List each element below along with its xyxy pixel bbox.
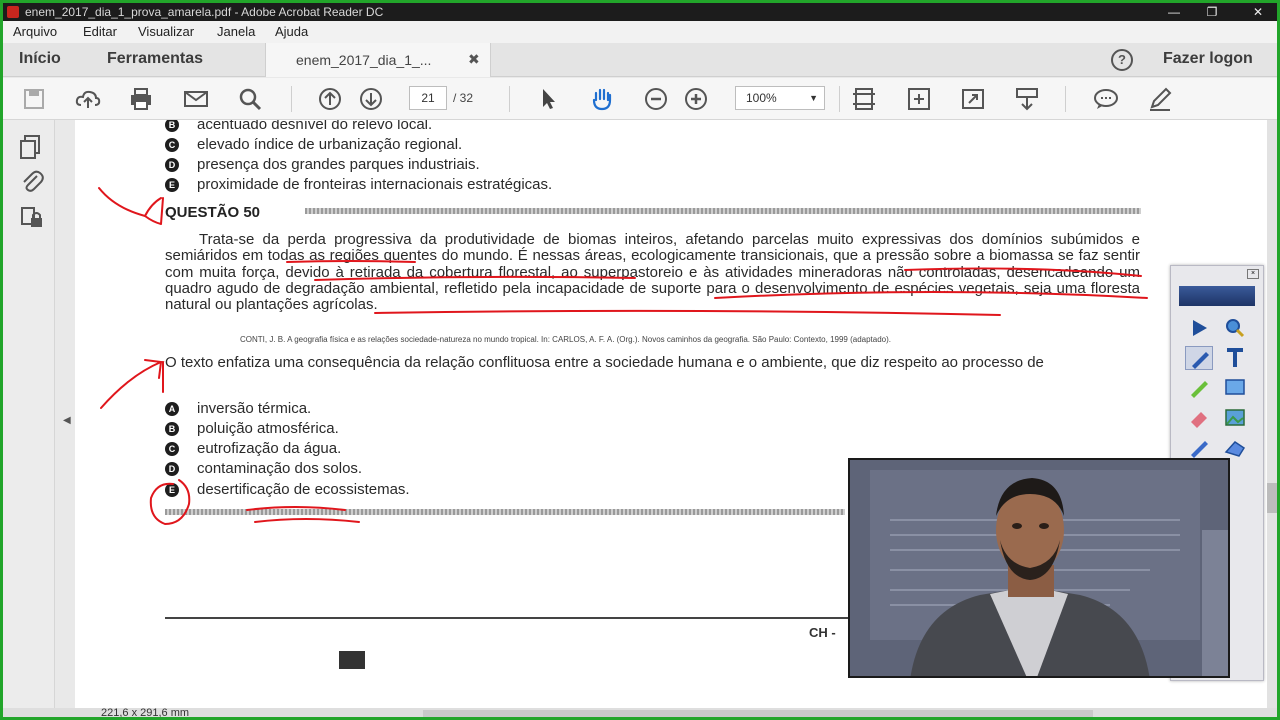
zoom-out-icon[interactable] <box>643 86 669 112</box>
zoom-tool-icon[interactable] <box>1221 316 1249 340</box>
page-down-icon[interactable] <box>358 86 384 112</box>
zoom-select[interactable]: 100% ▼ <box>735 86 825 110</box>
vertical-scrollbar[interactable] <box>1267 120 1277 708</box>
window-title: enem_2017_dia_1_prova_amarela.pdf - Adob… <box>25 5 384 19</box>
save-icon[interactable] <box>21 86 47 112</box>
menu-visualizar[interactable]: Visualizar <box>138 24 194 39</box>
arrow-annotation-top <box>98 187 162 218</box>
menu-arquivo[interactable]: Arquivo <box>13 24 57 39</box>
mail-icon[interactable] <box>183 86 209 112</box>
arrow-pointer-icon[interactable] <box>1185 316 1213 340</box>
status-bar: 221,6 x 291,6 mm <box>3 707 1277 719</box>
print-icon[interactable] <box>128 86 154 112</box>
tab-home[interactable]: Início <box>19 50 61 68</box>
page-up-icon[interactable] <box>317 86 343 112</box>
underline-cobertura <box>904 267 1142 277</box>
help-icon[interactable]: ? <box>1111 49 1133 71</box>
pen-icon[interactable] <box>1185 346 1213 370</box>
attachment-icon[interactable] <box>19 168 45 194</box>
page-number-input[interactable]: 21 <box>409 86 447 110</box>
zoom-value: 100% <box>746 91 777 105</box>
menu-bar: Arquivo Editar Visualizar Janela Ajuda <box>3 21 1277 43</box>
close-button[interactable]: ✕ <box>1245 3 1271 21</box>
page-thumbnails-icon[interactable] <box>19 134 45 160</box>
menu-editar[interactable]: Editar <box>83 24 117 39</box>
security-lock-icon[interactable] <box>19 204 45 230</box>
hand-tool-icon[interactable] <box>589 86 615 112</box>
text-tool-icon[interactable] <box>1221 346 1249 370</box>
fit-page-icon[interactable] <box>851 86 877 112</box>
presenter-video-frame <box>850 460 1228 676</box>
scroll-mode-icon[interactable] <box>1014 86 1040 112</box>
login-button[interactable]: Fazer logon <box>1163 50 1253 68</box>
underline-degradacao <box>714 291 1148 299</box>
page-total: / 32 <box>453 91 474 105</box>
comment-icon[interactable] <box>1093 86 1119 112</box>
sign-icon[interactable] <box>1147 86 1173 112</box>
underline-desertificacao <box>246 506 346 511</box>
minimize-button[interactable]: — <box>1161 3 1187 21</box>
horizontal-scrollbar[interactable] <box>423 710 1093 717</box>
toolbar-separator <box>509 86 510 112</box>
zoom-in-icon[interactable] <box>683 86 709 112</box>
arrow-annotation-bottom <box>100 359 165 409</box>
tab-document[interactable]: enem_2017_dia_1_... ✖ <box>265 43 491 77</box>
toolbar-separator <box>1065 86 1066 112</box>
fullscreen-icon[interactable] <box>960 86 986 112</box>
scrollbar-thumb[interactable] <box>1267 483 1277 513</box>
tab-tools[interactable]: Ferramentas <box>107 50 203 68</box>
toolbar-separator <box>291 86 292 112</box>
maximize-button[interactable]: ❐ <box>1199 3 1225 21</box>
collapse-panel-icon[interactable]: ◀ <box>63 415 71 426</box>
shape-icon[interactable] <box>1221 436 1249 460</box>
main-toolbar: 21 / 32 100% ▼ <box>3 78 1277 120</box>
left-navigation-panel <box>3 120 55 708</box>
fit-width-icon[interactable] <box>906 86 932 112</box>
marker-icon[interactable] <box>1185 436 1213 460</box>
page-size-label: 221,6 x 291,6 mm <box>101 707 190 719</box>
screen-icon[interactable] <box>1221 376 1249 400</box>
acrobat-window: enem_2017_dia_1_prova_amarela.pdf - Adob… <box>0 0 1280 720</box>
highlighter-icon[interactable] <box>1185 376 1213 400</box>
image-icon[interactable] <box>1221 406 1249 430</box>
toolbar-separator <box>839 86 840 112</box>
select-cursor-icon[interactable] <box>535 86 561 112</box>
title-bar: enem_2017_dia_1_prova_amarela.pdf - Adob… <box>3 3 1277 21</box>
presenter-webcam-video <box>848 458 1230 678</box>
palette-close-icon[interactable]: × <box>1247 269 1259 279</box>
underline-suporte <box>374 309 1001 316</box>
tab-bar: Início Ferramentas enem_2017_dia_1_... ✖… <box>3 43 1277 77</box>
menu-janela[interactable]: Janela <box>217 24 255 39</box>
acrobat-icon <box>7 6 19 18</box>
circle-option-e <box>149 479 191 526</box>
underline-pressao <box>314 275 636 281</box>
cloud-upload-icon[interactable] <box>75 86 101 112</box>
chevron-down-icon: ▼ <box>809 93 818 103</box>
menu-ajuda[interactable]: Ajuda <box>275 24 308 39</box>
close-tab-icon[interactable]: ✖ <box>468 51 480 68</box>
underline-subumidos <box>286 260 416 263</box>
palette-header[interactable] <box>1179 286 1255 306</box>
document-tab-label: enem_2017_dia_1_... <box>296 52 432 68</box>
eraser-icon[interactable] <box>1185 406 1213 430</box>
search-icon[interactable] <box>237 86 263 112</box>
